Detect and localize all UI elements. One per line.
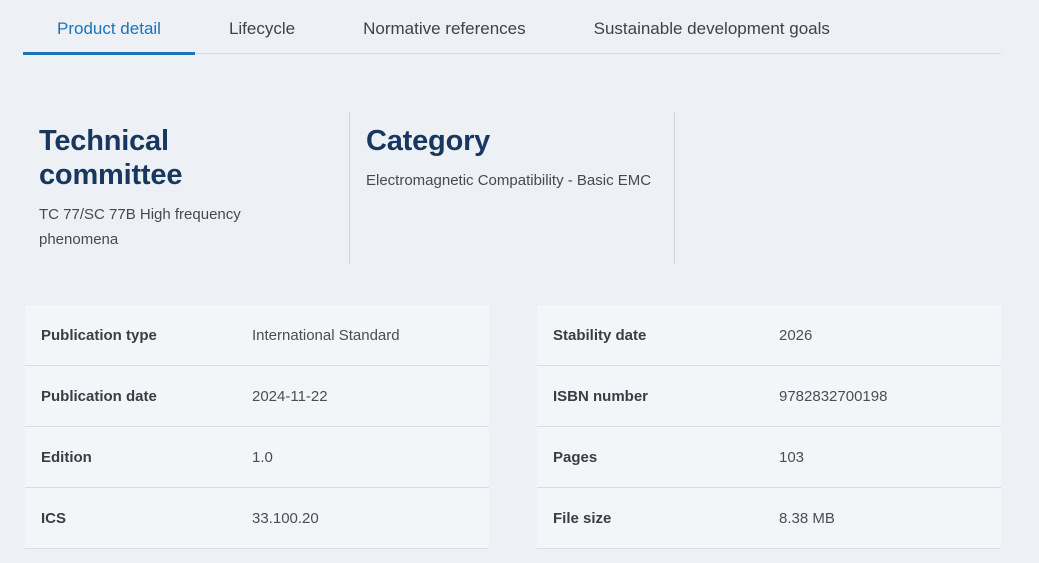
detail-value: 9782832700198 bbox=[779, 388, 887, 405]
detail-value: International Standard bbox=[252, 327, 400, 344]
detail-row-ics: ICS 33.100.20 bbox=[25, 488, 489, 549]
card-title-category: Category bbox=[366, 124, 626, 158]
detail-row-publication-type: Publication type International Standard bbox=[25, 305, 489, 366]
detail-label: ICS bbox=[41, 510, 252, 527]
card-title-technical-committee: Technical committee bbox=[39, 124, 299, 192]
tab-bar: Product detail Lifecycle Normative refer… bbox=[23, 0, 1001, 54]
tab-normative-references[interactable]: Normative references bbox=[329, 0, 560, 55]
detail-row-isbn-number: ISBN number 9782832700198 bbox=[537, 366, 1001, 427]
info-cards: Technical committee TC 77/SC 77B High fr… bbox=[23, 112, 1001, 264]
tab-lifecycle[interactable]: Lifecycle bbox=[195, 0, 329, 55]
detail-value: 2026 bbox=[779, 327, 812, 344]
detail-value: 2024-11-22 bbox=[252, 388, 328, 405]
detail-label: Pages bbox=[553, 449, 779, 466]
detail-label: Edition bbox=[41, 449, 252, 466]
detail-row-stability-date: Stability date 2026 bbox=[537, 305, 1001, 366]
detail-row-publication-date: Publication date 2024-11-22 bbox=[25, 366, 489, 427]
card-empty bbox=[675, 112, 1001, 264]
detail-row-file-size: File size 8.38 MB bbox=[537, 488, 1001, 549]
detail-label: Publication type bbox=[41, 327, 252, 344]
tab-product-detail[interactable]: Product detail bbox=[23, 0, 195, 55]
product-detail-page: Product detail Lifecycle Normative refer… bbox=[0, 0, 1039, 563]
detail-label: Stability date bbox=[553, 327, 779, 344]
detail-value: 33.100.20 bbox=[252, 510, 319, 527]
detail-value: 103 bbox=[779, 449, 804, 466]
card-text-category: Electromagnetic Compatibility - Basic EM… bbox=[366, 168, 654, 193]
tab-sustainable-development-goals[interactable]: Sustainable development goals bbox=[560, 0, 864, 55]
card-technical-committee: Technical committee TC 77/SC 77B High fr… bbox=[23, 112, 349, 264]
detail-row-edition: Edition 1.0 bbox=[25, 427, 489, 488]
detail-label: File size bbox=[553, 510, 779, 527]
detail-value: 8.38 MB bbox=[779, 510, 835, 527]
card-text-technical-committee: TC 77/SC 77B High frequency phenomena bbox=[39, 202, 299, 252]
detail-table-right: Stability date 2026 ISBN number 97828327… bbox=[537, 305, 1001, 549]
detail-table-left: Publication type International Standard … bbox=[25, 305, 489, 549]
detail-label: ISBN number bbox=[553, 388, 779, 405]
card-category: Category Electromagnetic Compatibility -… bbox=[349, 112, 675, 264]
detail-label: Publication date bbox=[41, 388, 252, 405]
detail-tables: Publication type International Standard … bbox=[25, 305, 1001, 549]
detail-row-pages: Pages 103 bbox=[537, 427, 1001, 488]
detail-value: 1.0 bbox=[252, 449, 273, 466]
